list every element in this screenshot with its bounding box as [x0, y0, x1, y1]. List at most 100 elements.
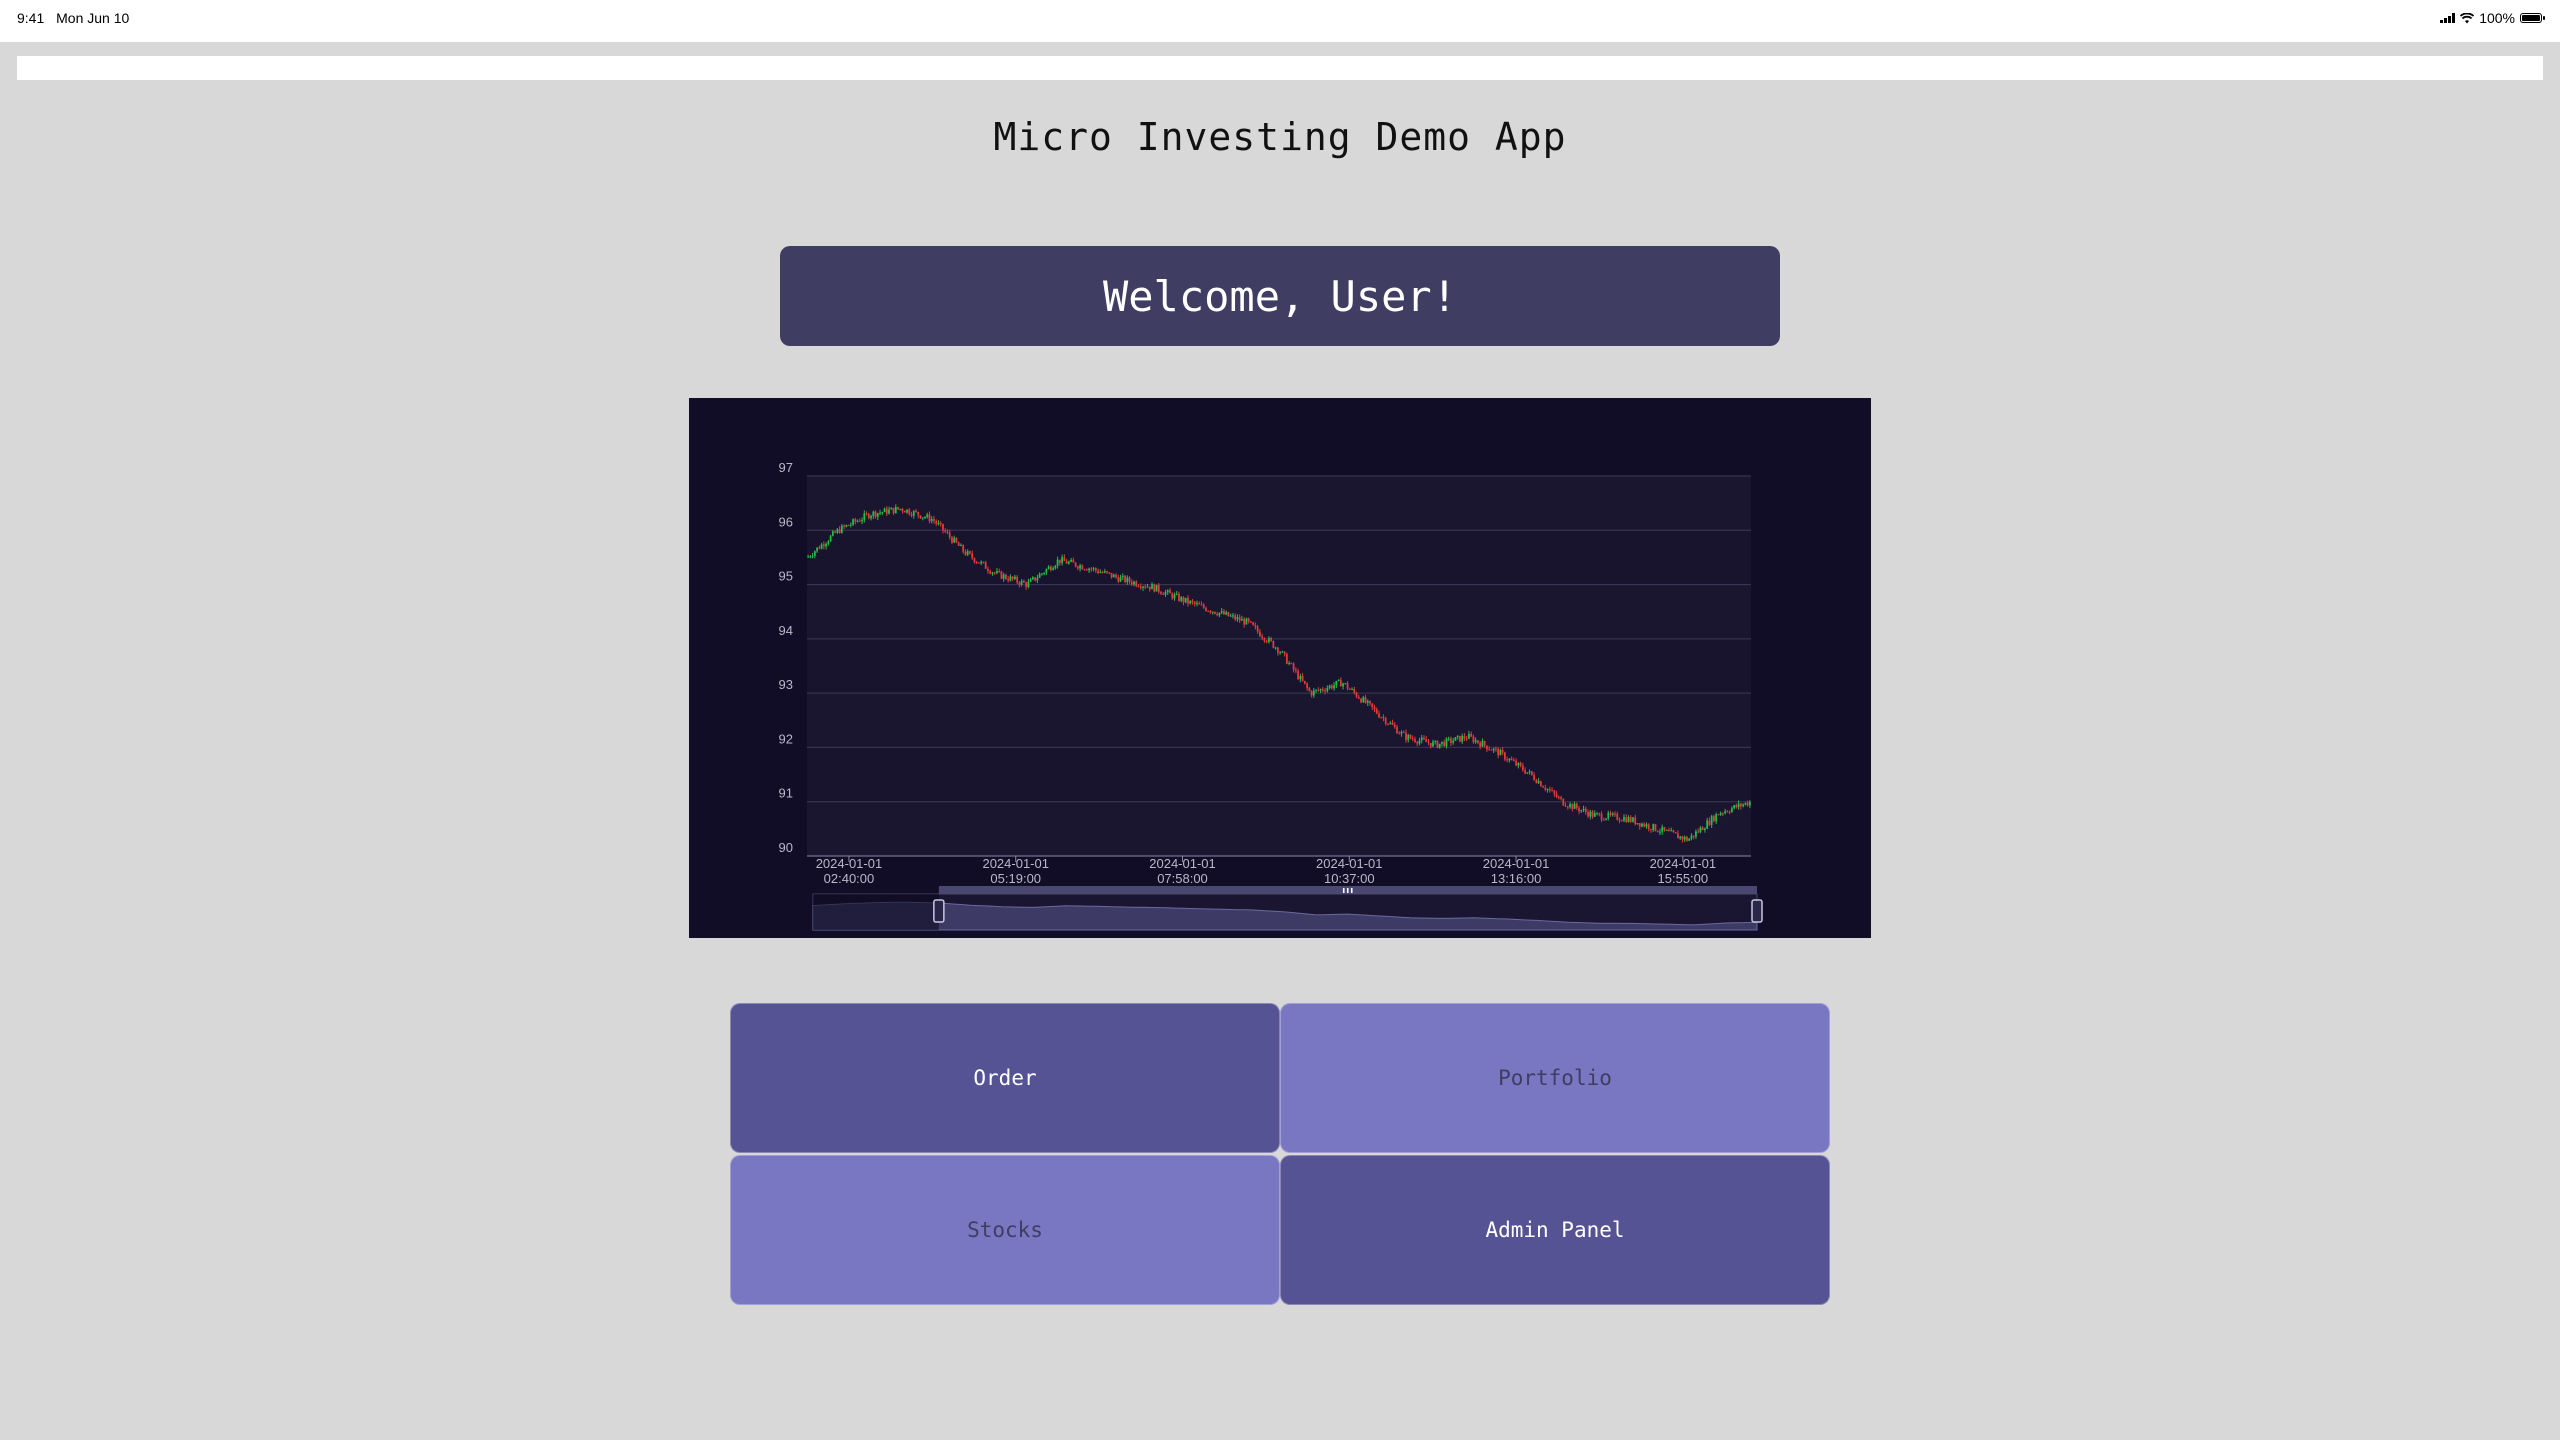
stocks-button[interactable]: Stocks	[730, 1155, 1280, 1305]
candle-body	[867, 513, 870, 519]
candle-body	[1679, 836, 1682, 839]
admin-panel-button[interactable]: Admin Panel	[1280, 1155, 1830, 1305]
candle-body	[879, 512, 881, 514]
candle-body	[1227, 612, 1230, 617]
candle-body	[1479, 742, 1482, 747]
candle-body	[1587, 812, 1589, 817]
candle-body	[1198, 603, 1201, 605]
candle-body	[1641, 823, 1643, 827]
candle-body	[1665, 829, 1668, 831]
candle-body	[863, 513, 866, 520]
candle-body	[1459, 735, 1461, 742]
candle-body	[1668, 829, 1670, 832]
candle-body	[852, 519, 854, 525]
candle-body	[1220, 611, 1223, 613]
candle-body	[1036, 577, 1039, 581]
candle-body	[1357, 696, 1360, 699]
candle-body	[1454, 737, 1457, 741]
candle-body	[1670, 830, 1673, 832]
candle-body	[822, 544, 825, 547]
candle-body	[1119, 577, 1122, 582]
order-button[interactable]: Order	[730, 1003, 1280, 1153]
candle-body	[1094, 568, 1097, 571]
portfolio-button[interactable]: Portfolio	[1280, 1003, 1830, 1153]
chart-band	[807, 747, 1751, 802]
candle-body	[1018, 582, 1021, 585]
candle-body	[1420, 737, 1423, 741]
candle-body	[1715, 814, 1718, 822]
candle-body	[1681, 836, 1684, 840]
candle-body	[1083, 569, 1086, 571]
candle-body	[1616, 813, 1619, 820]
candle-body	[890, 507, 893, 510]
candle-body	[1135, 581, 1138, 587]
candle-body	[1256, 626, 1259, 632]
candle-body	[883, 508, 886, 513]
candle-body	[1733, 805, 1736, 809]
candle-body	[807, 556, 810, 558]
candle-body	[1205, 607, 1207, 611]
candle-body	[1002, 574, 1005, 579]
candle-body	[1650, 829, 1652, 831]
candle-body	[1445, 738, 1448, 747]
candle-body	[991, 572, 994, 574]
candle-body	[865, 513, 868, 515]
candlestick-chart-svg[interactable]: 90919293949596972024-01-0102:40:002024-0…	[689, 398, 1871, 938]
candle-body	[1315, 689, 1317, 691]
candle-body	[1128, 577, 1131, 582]
candle-body	[1319, 689, 1322, 691]
candle-body	[1546, 789, 1549, 791]
candle-body	[1441, 741, 1443, 744]
candle-body	[1544, 787, 1547, 790]
x-tick-label: 02:40:00	[824, 871, 875, 886]
candle-body	[838, 529, 841, 533]
candle-body	[1580, 810, 1583, 812]
address-bar[interactable]	[17, 56, 2543, 80]
candle-body	[1607, 812, 1610, 819]
candle-body	[1724, 811, 1727, 814]
candle-body	[1245, 618, 1248, 625]
candle-body	[1737, 803, 1740, 808]
candle-body	[1566, 806, 1569, 808]
candle-body	[1647, 824, 1650, 830]
candle-body	[1620, 820, 1623, 822]
y-tick-label: 95	[779, 569, 793, 584]
candle-body	[935, 520, 938, 524]
candle-body	[836, 529, 839, 533]
candle-body	[1232, 615, 1234, 617]
candle-body	[1468, 733, 1470, 739]
y-tick-label: 97	[779, 460, 793, 475]
candle-body	[1074, 562, 1077, 567]
candle-body	[1223, 611, 1225, 615]
candle-body	[1447, 738, 1450, 740]
candle-body	[1503, 752, 1506, 760]
candle-body	[1238, 617, 1241, 621]
candle-body	[1555, 793, 1558, 798]
admin-panel-button-label: Admin Panel	[1485, 1218, 1625, 1242]
candle-body	[858, 520, 861, 522]
status-right: 100%	[2440, 10, 2545, 26]
candle-body	[1436, 740, 1439, 748]
candle-body	[1254, 625, 1257, 627]
candle-body	[966, 551, 969, 555]
scrollbar-grip-icon	[1342, 888, 1345, 893]
candle-body	[811, 555, 814, 557]
price-chart[interactable]: 90 91 92 93 94 95 96 97 2024-01-01 02:40:00 2024-0…	[689, 398, 1871, 938]
candle-body	[834, 531, 836, 533]
candle-body	[1593, 813, 1596, 817]
candle-body	[1265, 640, 1268, 642]
scrollbar-grip-icon	[1346, 888, 1349, 893]
candle-body	[1548, 789, 1551, 791]
wifi-icon	[2460, 12, 2475, 23]
range-handle[interactable]	[1751, 899, 1763, 923]
candle-body	[1748, 801, 1751, 806]
range-handle[interactable]	[933, 899, 945, 923]
candle-body	[924, 517, 926, 519]
candle-body	[813, 551, 816, 556]
candle-body	[1623, 817, 1625, 821]
candle-body	[1609, 812, 1612, 815]
candle-body	[872, 511, 875, 516]
candle-body	[1375, 709, 1378, 714]
candle-body	[1717, 814, 1720, 816]
candle-body	[1090, 568, 1093, 570]
